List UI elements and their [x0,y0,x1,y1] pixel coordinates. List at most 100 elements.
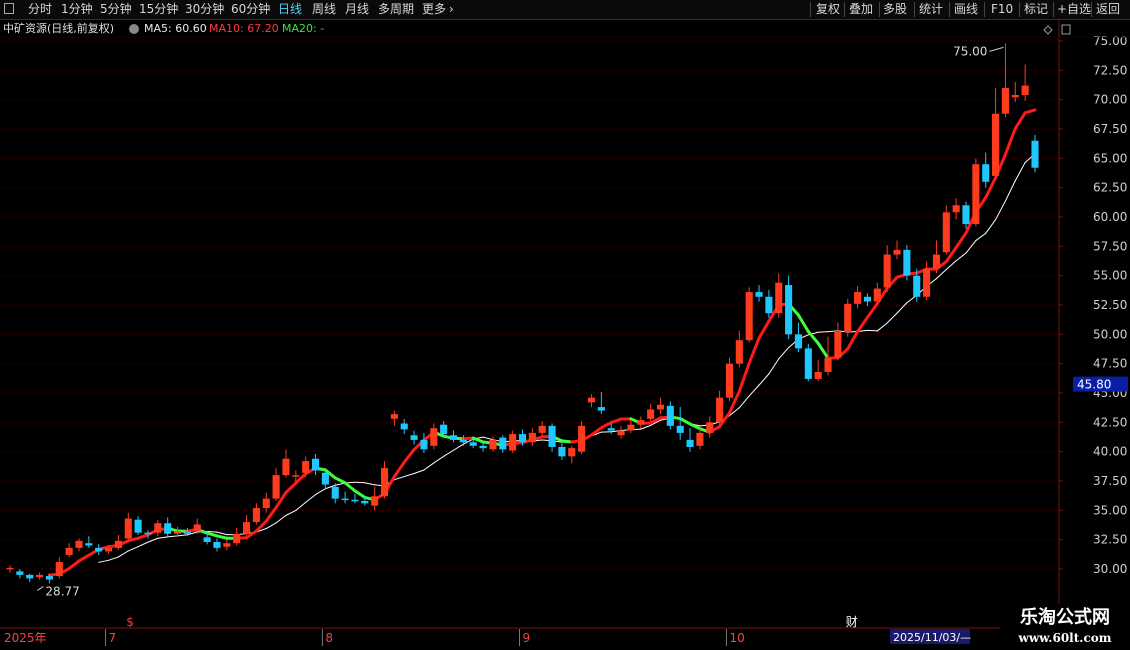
ma20-line [453,443,464,451]
candle-body [164,523,172,534]
candle-body [55,561,63,577]
candle-body [952,205,960,213]
ma10-line [77,553,91,563]
candle-body [844,303,852,332]
diamond-icon [1043,25,1053,35]
candle-body [725,363,734,398]
ma20-line [364,482,376,486]
candle-body [666,405,674,426]
min-price-pointer [37,586,44,591]
ma10-line [954,231,968,250]
candle-body [45,576,53,580]
y-tick-label: 47.50 [1093,357,1127,371]
ma20-line [1014,161,1026,182]
candle-body [380,468,389,497]
watermark-logo: 乐淘公式网 www.60lt.com [1000,604,1130,650]
ma20-line [876,322,888,332]
candle-body [193,524,201,532]
candle-body [400,423,408,430]
candle-body [509,434,517,451]
candle-body [686,439,694,447]
financial-report-marker: 财 [846,615,858,629]
candle-body [992,113,1000,176]
candle-body [568,448,576,457]
ma20-line [975,232,987,242]
candle-body [794,334,803,349]
candle-body [262,498,270,508]
date-label: 2025年 [4,631,47,645]
ma20-line [768,358,780,375]
candle-body [804,348,812,379]
candle-body [489,439,497,450]
ma20-line [935,268,947,280]
ma20-line [955,252,967,262]
ma10-line [333,476,347,485]
date-label: 10 [729,631,744,645]
ma10-line [126,536,140,543]
candle-body [962,205,970,225]
candle-body [913,275,921,297]
candle-body [873,288,881,302]
candle-body [105,547,113,552]
candle-body [65,547,73,555]
candle-body [1031,140,1039,168]
ma20-line [108,556,119,561]
ma10-line [264,506,278,523]
candle-body [696,432,704,446]
candle-body [469,442,477,446]
y-tick-label: 60.00 [1093,210,1127,224]
ma20-line [995,200,1006,221]
candlesticks [6,43,1039,584]
candle-body [972,164,980,225]
ma20-line [137,541,149,548]
ma10-line [1013,111,1027,131]
candle-body [735,340,743,364]
ma20-line [117,550,129,558]
kline-chart[interactable]: 75.00 72.50 70.00 67.50 65.00 62.50 60.00 57.50… [0,0,1130,650]
y-tick-label: 72.50 [1093,63,1127,77]
max-price-pointer [989,46,1004,52]
y-tick-label: 32.50 [1093,533,1127,547]
ma10-line [284,481,298,494]
candle-body [538,425,546,433]
y-tick-label: 62.50 [1093,181,1127,195]
ma10-line [846,330,860,351]
grid-lines [2,40,1059,570]
ma20-line [216,531,228,536]
ma10-line [392,460,406,479]
ma20-line [896,302,908,314]
candle-body [745,292,753,341]
date-label: 9 [523,631,531,645]
ma20-line [177,534,188,537]
ma10-line [688,422,702,431]
date-axis: 2025年 7 8 9 10 2025/11/03/— [4,629,971,646]
y-tick-label: 57.50 [1093,239,1127,253]
candle-body [893,249,901,255]
ma20-line [275,514,287,524]
candle-body [114,540,122,548]
candle-body [430,428,438,446]
max-price-label: 75.00 [953,44,987,58]
candle-body [607,428,615,431]
candle-body [518,434,527,443]
candle-body [824,357,832,372]
current-price-tag-label: 45.80 [1077,378,1111,392]
candle-body [548,425,556,447]
candle-body [1001,87,1009,114]
cursor-date-label: 2025/11/03/— [893,631,971,644]
y-tick-label: 52.50 [1093,298,1127,312]
ma10-line [1003,127,1017,156]
ma20-line [985,219,997,234]
candle-body [361,500,369,504]
candle-body [627,424,635,431]
candle-body [174,531,182,534]
ma20-line [758,373,770,386]
candle-body [440,424,448,435]
candle-body [95,547,103,552]
candle-body [903,249,911,276]
ma10-line [865,302,879,319]
candle-body [982,164,990,182]
ma10-line [205,531,219,538]
candle-body [676,425,684,433]
date-label: 8 [325,631,333,645]
